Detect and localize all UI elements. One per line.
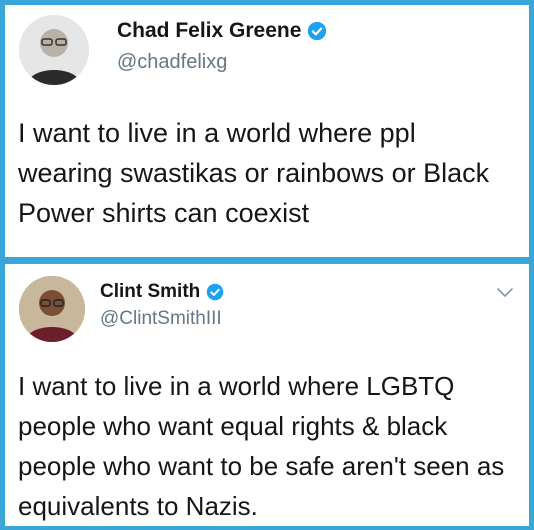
avatar-image [19, 276, 85, 342]
user-handle[interactable]: @ClintSmithIII [100, 308, 222, 330]
tweet-text: I want to live in a world where LGBTQ pe… [18, 371, 505, 521]
avatar-image [19, 15, 89, 85]
display-name-text[interactable]: Clint Smith [100, 281, 200, 303]
tweet-card[interactable]: Clint Smith @ClintSmithIII I want to liv… [5, 264, 529, 526]
user-handle[interactable]: @chadfelixg [117, 51, 227, 74]
display-name-text[interactable]: Chad Felix Greene [117, 19, 301, 43]
tweet-card[interactable]: Chad Felix Greene @chadfelixg I want to … [5, 5, 529, 257]
avatar[interactable] [19, 15, 89, 85]
display-name[interactable]: Clint Smith [100, 281, 224, 303]
avatar[interactable] [19, 276, 85, 342]
verified-badge-icon [308, 21, 327, 41]
display-name[interactable]: Chad Felix Greene [117, 19, 327, 43]
chevron-down-icon[interactable] [497, 288, 513, 298]
tweet-text: I want to live in a world where ppl wear… [18, 118, 490, 228]
verified-badge-icon [207, 283, 224, 301]
